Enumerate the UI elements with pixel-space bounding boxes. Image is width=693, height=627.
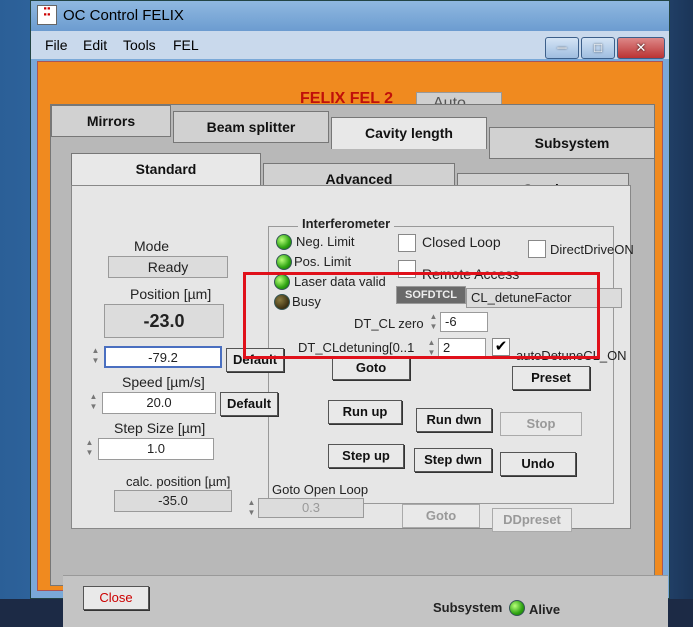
goto-open-loop-button[interactable]: Goto [402, 504, 480, 528]
tab-cavity-length[interactable]: Cavity length [331, 117, 487, 149]
calc-position-value: -35.0 [114, 490, 232, 512]
closed-loop-label: Closed Loop [422, 234, 501, 250]
close-button[interactable]: Close [83, 586, 149, 610]
subtab-standard[interactable]: Standard [71, 153, 261, 185]
goto-button[interactable]: Goto [332, 356, 410, 380]
target-spinner-icon[interactable]: ▲ ▼ [90, 346, 101, 368]
ddpreset-button[interactable]: DDpreset [492, 508, 572, 532]
target-position-input[interactable]: -79.2 [104, 346, 222, 368]
step-spinner-icon[interactable]: ▲ ▼ [84, 438, 95, 460]
step-dwn-button[interactable]: Step dwn [414, 448, 492, 472]
speed-input[interactable]: 20.0 [102, 392, 216, 414]
highlight-rectangle [243, 272, 600, 359]
mode-label: Mode [134, 238, 170, 254]
tab-beam-splitter[interactable]: Beam splitter [173, 111, 329, 143]
speed-label: Speed [µm/s] [122, 374, 205, 390]
default-speed-button[interactable]: Default [220, 392, 278, 416]
closed-loop-checkbox[interactable] [398, 234, 416, 252]
step-size-label: Step Size [µm] [114, 420, 206, 436]
alive-led [509, 600, 525, 616]
position-value: -23.0 [104, 304, 224, 338]
menu-file[interactable]: File [45, 37, 68, 53]
open-loop-input[interactable]: 0.3 [258, 498, 364, 518]
pos-limit-led [276, 254, 292, 270]
stop-button[interactable]: Stop [500, 412, 582, 436]
step-size-input[interactable]: 1.0 [98, 438, 214, 460]
window-title: OC Control FELIX [63, 7, 184, 24]
direct-drive-checkbox[interactable] [528, 240, 546, 258]
menu-edit[interactable]: Edit [83, 37, 107, 53]
mode-value: Ready [108, 256, 228, 278]
neg-limit-led [276, 234, 292, 250]
menu-tools[interactable]: Tools [123, 37, 156, 53]
pos-limit-label: Pos. Limit [294, 254, 352, 269]
alive-status: Alive [529, 602, 561, 617]
calc-position-label: calc. position [µm] [126, 474, 231, 489]
tab-subsystem[interactable]: Subsystem [489, 127, 655, 159]
open-loop-label: Goto Open Loop [272, 482, 369, 497]
bottom-status-bar: Close Subsystem Alive [63, 575, 668, 627]
minimize-button[interactable]: ─ [545, 37, 579, 59]
window-close-button[interactable]: ✕ [617, 37, 665, 59]
neg-limit-label: Neg. Limit [296, 234, 355, 249]
run-up-button[interactable]: Run up [328, 400, 402, 424]
step-up-button[interactable]: Step up [328, 444, 404, 468]
menu-fel[interactable]: FEL [173, 37, 199, 53]
speed-spinner-icon[interactable]: ▲ ▼ [88, 392, 99, 414]
tab-mirrors[interactable]: Mirrors [51, 105, 171, 137]
maximize-button[interactable]: □ [581, 37, 615, 59]
run-dwn-button[interactable]: Run dwn [416, 408, 492, 432]
subsystem-status-label: Subsystem [433, 600, 503, 615]
position-label: Position [µm] [130, 286, 212, 302]
title-bar: ▪▪ ▪▪ OC Control FELIX [31, 1, 669, 31]
open-loop-spinner-icon[interactable]: ▲ ▼ [246, 498, 257, 520]
direct-drive-label: DirectDriveON [550, 242, 634, 257]
undo-button[interactable]: Undo [500, 452, 576, 476]
app-icon: ▪▪ ▪▪ [37, 5, 57, 25]
preset-button[interactable]: Preset [512, 366, 590, 390]
interferometer-title: Interferometer [298, 216, 395, 231]
